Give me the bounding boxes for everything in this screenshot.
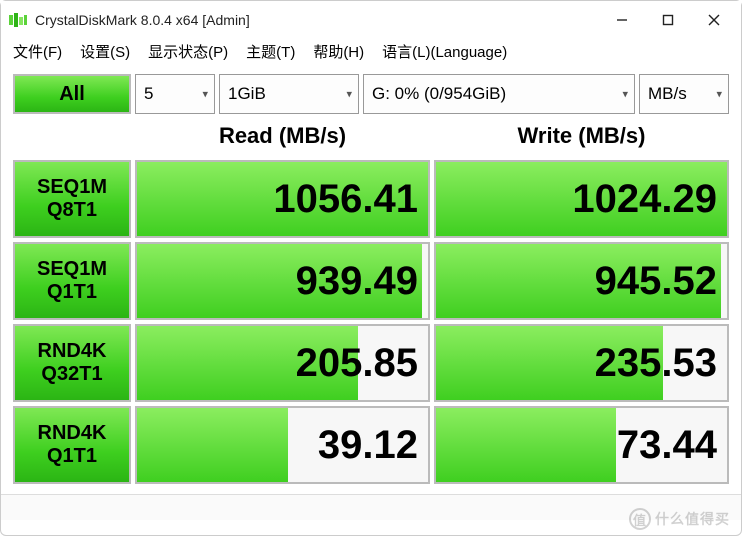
- menu-file[interactable]: 文件(F): [13, 41, 62, 62]
- close-button[interactable]: [691, 4, 737, 36]
- write-value-cell: 73.44: [434, 406, 729, 484]
- unit-value: MB/s: [648, 84, 687, 104]
- test-label-line2: Q8T1: [47, 199, 97, 222]
- write-value: 1024.29: [572, 177, 717, 222]
- write-value-cell: 1024.29: [434, 160, 729, 238]
- size-value: 1GiB: [228, 84, 266, 104]
- menu-language[interactable]: 语言(L)(Language): [382, 41, 507, 62]
- maximize-button[interactable]: [645, 4, 691, 36]
- test-label-line1: RND4K: [38, 422, 107, 445]
- write-value-cell: 945.52: [434, 242, 729, 320]
- read-value: 205.85: [296, 341, 418, 386]
- window-title: CrystalDiskMark 8.0.4 x64 [Admin]: [35, 12, 599, 28]
- write-value-cell: 235.53: [434, 324, 729, 402]
- menubar: 文件(F) 设置(S) 显示状态(P) 主题(T) 帮助(H) 语言(L)(La…: [1, 39, 741, 68]
- menu-settings[interactable]: 设置(S): [80, 41, 130, 62]
- test-label-line2: Q1T1: [47, 445, 97, 468]
- fill-bar: [436, 408, 616, 482]
- main-panel: All 5 ▾ 1GiB ▾ G: 0% (0/954GiB) ▾ MB/s ▾…: [1, 68, 741, 494]
- read-value: 1056.41: [273, 177, 418, 222]
- read-value-cell: 939.49: [135, 242, 430, 320]
- read-value-cell: 1056.41: [135, 160, 430, 238]
- menu-display[interactable]: 显示状态(P): [148, 41, 228, 62]
- status-bar: [1, 494, 741, 520]
- test-label-line1: SEQ1M: [37, 258, 107, 281]
- read-value-cell: 205.85: [135, 324, 430, 402]
- chevron-down-icon: ▾: [622, 88, 628, 101]
- chevron-down-icon: ▾: [346, 88, 352, 101]
- write-value: 945.52: [595, 259, 717, 304]
- write-value: 73.44: [617, 423, 717, 468]
- drive-dropdown[interactable]: G: 0% (0/954GiB) ▾: [363, 74, 635, 114]
- drive-value: G: 0% (0/954GiB): [372, 84, 506, 104]
- titlebar: CrystalDiskMark 8.0.4 x64 [Admin]: [1, 1, 741, 39]
- result-row: RND4KQ32T1 205.85 235.53: [13, 324, 729, 402]
- result-row: SEQ1MQ8T1 1056.41 1024.29: [13, 160, 729, 238]
- chevron-down-icon: ▾: [202, 88, 208, 101]
- test-button-rnd4k-q1t1[interactable]: RND4KQ1T1: [13, 406, 131, 484]
- app-icon: [9, 11, 27, 29]
- menu-theme[interactable]: 主题(T): [246, 41, 295, 62]
- fill-bar: [137, 408, 288, 482]
- runs-value: 5: [144, 84, 153, 104]
- test-label-line1: RND4K: [38, 340, 107, 363]
- controls-row: All 5 ▾ 1GiB ▾ G: 0% (0/954GiB) ▾ MB/s ▾: [13, 74, 729, 114]
- run-all-button[interactable]: All: [13, 74, 131, 114]
- write-header: Write (MB/s): [434, 116, 729, 156]
- test-label-line2: Q32T1: [41, 363, 102, 386]
- test-label-line1: SEQ1M: [37, 176, 107, 199]
- read-value: 39.12: [318, 423, 418, 468]
- menu-help[interactable]: 帮助(H): [313, 41, 364, 62]
- result-row: RND4KQ1T1 39.12 73.44: [13, 406, 729, 484]
- read-value: 939.49: [296, 259, 418, 304]
- unit-dropdown[interactable]: MB/s ▾: [639, 74, 729, 114]
- result-row: SEQ1MQ1T1 939.49 945.52: [13, 242, 729, 320]
- size-dropdown[interactable]: 1GiB ▾: [219, 74, 359, 114]
- header-row: Read (MB/s) Write (MB/s): [13, 116, 729, 156]
- test-label-line2: Q1T1: [47, 281, 97, 304]
- chevron-down-icon: ▾: [716, 88, 722, 101]
- test-button-seq1m-q8t1[interactable]: SEQ1MQ8T1: [13, 160, 131, 238]
- write-value: 235.53: [595, 341, 717, 386]
- minimize-button[interactable]: [599, 4, 645, 36]
- runs-dropdown[interactable]: 5 ▾: [135, 74, 215, 114]
- test-button-rnd4k-q32t1[interactable]: RND4KQ32T1: [13, 324, 131, 402]
- read-value-cell: 39.12: [135, 406, 430, 484]
- read-header: Read (MB/s): [135, 116, 430, 156]
- test-button-seq1m-q1t1[interactable]: SEQ1MQ1T1: [13, 242, 131, 320]
